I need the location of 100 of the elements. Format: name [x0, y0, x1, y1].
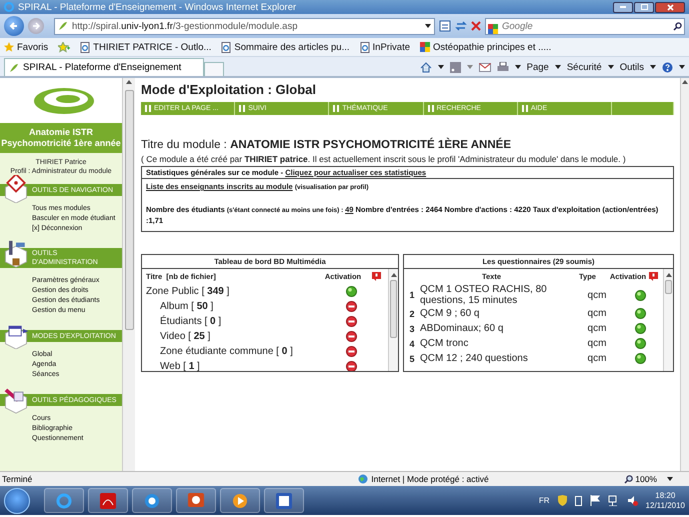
caret-icon[interactable] [554, 65, 561, 69]
favorite-link[interactable]: THIRIET PATRICE - Outlo... [80, 42, 212, 52]
favorites-button[interactable]: Favoris [4, 42, 48, 52]
favorite-link[interactable]: Ostéopathie principes et ..... [420, 42, 552, 52]
flag-icon[interactable] [590, 495, 600, 506]
quiz-type: qcm [586, 290, 608, 300]
media-folder-label[interactable]: Zone Public [ 349 ] [142, 286, 314, 297]
security-zone[interactable]: Internet | Mode protégé : activé [371, 474, 489, 484]
compass-box-icon [2, 175, 30, 203]
caret-icon[interactable] [438, 65, 444, 69]
leaf-icon [9, 62, 19, 72]
start-button[interactable] [4, 488, 30, 514]
caret-icon[interactable] [514, 65, 521, 69]
active-status-icon[interactable] [634, 353, 646, 364]
active-status-icon[interactable] [634, 290, 646, 300]
media-folder-label[interactable]: Album [ 50 ] [142, 301, 314, 312]
word-processor-icon[interactable] [276, 492, 292, 508]
minimize-button[interactable] [613, 2, 633, 12]
bars-icon [333, 105, 340, 112]
caret-icon[interactable] [679, 65, 685, 69]
media-folder-label[interactable]: Zone étudiante commune [ 0 ] [142, 346, 314, 357]
star-icon[interactable] [4, 42, 14, 52]
scroll-up-icon[interactable] [390, 273, 396, 277]
taskbar-app[interactable] [220, 488, 260, 513]
active-status-icon[interactable] [346, 286, 356, 297]
help-icon[interactable] [662, 62, 673, 72]
back-button[interactable] [4, 16, 24, 36]
caret-icon[interactable] [667, 477, 673, 481]
quiz-title[interactable]: ABDominaux; 60 q [420, 323, 577, 334]
compatibility-icon[interactable] [439, 20, 451, 32]
network-icon[interactable] [608, 495, 619, 506]
presentation-app-icon[interactable] [188, 492, 204, 508]
mail-icon[interactable] [478, 62, 491, 72]
quiz-title[interactable]: QCM 9 ; 60 q [420, 308, 577, 319]
taskbar-app[interactable] [88, 488, 128, 513]
scroll-up-icon[interactable] [682, 80, 688, 84]
scroll-up-icon[interactable] [666, 273, 672, 277]
command-menu[interactable]: Page [526, 62, 549, 72]
caret-icon[interactable] [650, 65, 656, 69]
caret-icon[interactable] [608, 65, 614, 69]
home-icon[interactable] [420, 62, 432, 72]
address-field[interactable]: http://spiral.univ-lyon1.fr/3-gestionmodule/module.asp [54, 18, 435, 34]
zoom-icon[interactable] [624, 474, 634, 484]
page-heading: Mode d'Exploitation : Global [141, 82, 317, 97]
row-number: 4 [408, 338, 416, 348]
favorite-link[interactable]: Sommaire des articles pu... [221, 42, 350, 52]
scroll-thumb[interactable] [390, 280, 397, 338]
bars-icon [428, 105, 434, 112]
caret-icon[interactable] [425, 24, 431, 28]
active-status-icon[interactable] [634, 308, 646, 319]
close-button[interactable] [655, 2, 685, 12]
add-favorite-icon[interactable] [58, 42, 70, 52]
scroll-thumb[interactable] [665, 280, 672, 294]
refresh-icon[interactable] [455, 20, 467, 32]
document-app-icon[interactable] [100, 492, 116, 508]
favorite-link[interactable]: InPrivate [360, 42, 410, 52]
tools-box-icon [2, 239, 30, 269]
clock-time[interactable]: 18:20 [655, 490, 676, 500]
stop-icon[interactable] [471, 21, 481, 31]
command-menu[interactable]: Outils [620, 62, 644, 72]
quiz-title[interactable]: QCM 1 OSTEO RACHIS, 80 questions, 15 minutes [420, 284, 577, 306]
taskbar-app[interactable] [44, 488, 84, 513]
quiz-title[interactable]: QCM 12 ; 240 questions [420, 353, 577, 364]
row-number: 1 [408, 290, 416, 300]
window-title: SPIRAL - Plateforme d'Enseignement - Windows Internet Explorer [18, 2, 296, 12]
command-menu[interactable]: Sécurité [566, 62, 602, 72]
row-number: 5 [408, 354, 416, 364]
taskbar-app[interactable] [264, 488, 304, 513]
squares-icon [488, 24, 498, 34]
language-indicator[interactable]: FR [538, 496, 550, 505]
row-number: 3 [408, 324, 416, 334]
shield-icon[interactable] [558, 495, 567, 506]
search-field[interactable]: Google [485, 18, 685, 34]
back-arrow-icon[interactable] [9, 21, 19, 31]
media-folder-label[interactable]: Video [ 25 ] [142, 331, 314, 342]
battery-icon[interactable] [574, 495, 582, 506]
active-status-icon[interactable] [634, 338, 646, 349]
search-icon[interactable] [673, 22, 682, 30]
media-app-icon[interactable] [144, 492, 160, 508]
module-title: Titre du module : ANATOMIE ISTR PSYCHOMOTRICITÉ 1ÈRE ANNÉE [141, 139, 512, 151]
taskbar-app[interactable] [176, 488, 216, 513]
help-icon[interactable] [372, 272, 381, 281]
feed-icon[interactable] [450, 62, 461, 72]
browser-tab[interactable]: SPIRAL - Plateforme d'Enseignement [4, 58, 204, 76]
active-status-icon[interactable] [634, 323, 646, 334]
zoom-level[interactable]: 100% [635, 474, 657, 484]
printer-icon[interactable] [496, 62, 509, 72]
quiz-title[interactable]: QCM tronc [420, 338, 577, 349]
clock-date[interactable]: 12/11/2010 [646, 500, 685, 510]
scroll-thumb[interactable] [124, 90, 134, 330]
speaker-icon[interactable] [626, 495, 638, 506]
maximize-button[interactable] [634, 2, 654, 12]
play-icon[interactable] [232, 492, 248, 508]
media-folder-label[interactable]: Web [ 1 ] [142, 361, 314, 371]
media-folder-label[interactable]: Étudiants [ 0 ] [142, 316, 314, 327]
course-title-banner: Anatomie ISTR Psychomotricité 1ère année [0, 123, 122, 153]
scroll-up-icon[interactable] [126, 80, 132, 84]
close-icon[interactable] [666, 4, 674, 10]
taskbar-app[interactable] [132, 488, 172, 513]
help-icon[interactable] [649, 272, 658, 281]
